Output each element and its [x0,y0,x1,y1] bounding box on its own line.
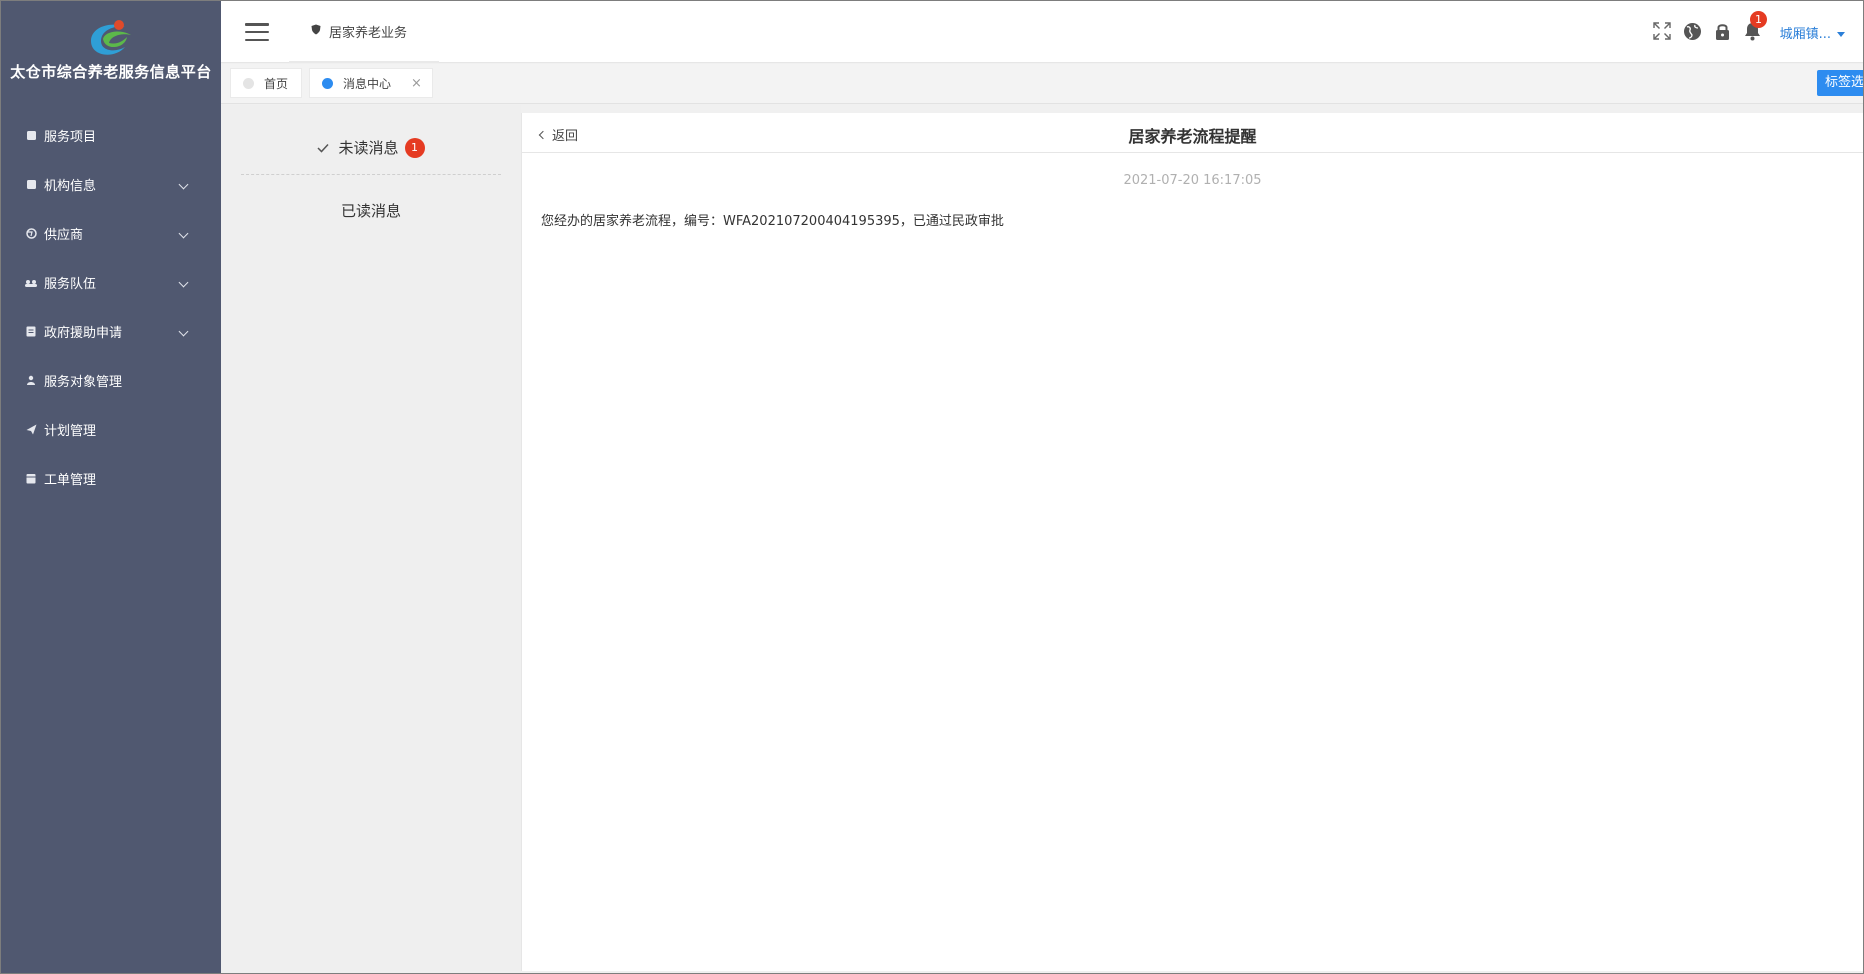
chevron-down-icon [178,179,189,189]
unread-messages-tab[interactable]: 未读消息 1 [241,121,501,175]
globe-icon [25,228,37,240]
sidebar-item-label: 服务对象管理 [44,375,123,390]
sidebar-item-label: 计划管理 [44,424,97,439]
shield-icon [311,24,321,39]
header-actions: 1 [1643,11,1767,42]
message-filter-panel: 未读消息 1 已读消息 [221,105,521,973]
read-messages-label: 已读消息 [340,201,401,220]
sidebar-item-service-objects[interactable]: 服务对象管理 [1,356,221,405]
calendar-icon [25,473,37,485]
sidebar-menu: 服务项目 机构信息 供应商 服务队伍 政府援助申请 服务对象管理 计划管理 工单… [1,111,221,503]
logo-icon [91,20,131,55]
message-detail-panel: 返回 居家养老流程提醒 2021-07-20 16:17:05 您经办的居家养老… [521,113,1863,971]
fullscreen-icon[interactable] [1651,20,1673,42]
sidebar-item-service-team[interactable]: 服务队伍 [1,258,221,307]
group-icon [25,277,37,289]
lock-icon[interactable] [1711,20,1733,42]
sidebar-item-suppliers[interactable]: 供应商 [1,209,221,258]
sidebar-item-work-orders[interactable]: 工单管理 [1,454,221,503]
sidebar: 太仓市综合养老服务信息平台 服务项目 机构信息 供应商 服务队伍 政府援助申请 … [1,1,221,973]
app-window: 太仓市综合养老服务信息平台 服务项目 机构信息 供应商 服务队伍 政府援助申请 … [0,0,1864,974]
tab-status-dot [243,77,254,89]
sidebar-item-label: 服务项目 [44,130,97,145]
tab-message-center[interactable]: 消息中心 × [309,68,433,98]
sidebar-item-label: 政府援助申请 [44,326,123,341]
unread-messages-label: 未读消息 [338,139,399,157]
close-icon[interactable]: × [411,76,422,91]
tab-options-button[interactable]: 标签选项 [1817,70,1863,96]
user-menu[interactable]: 城厢镇... [1780,23,1845,42]
app-title: 太仓市综合养老服务信息平台 [10,63,212,81]
person-icon [25,375,37,387]
message-detail-header: 返回 居家养老流程提醒 [522,113,1863,153]
tab-home[interactable]: 首页 [230,68,302,98]
top-header: 居家养老业务 1 城厢镇... [221,1,1863,63]
sidebar-item-service-items[interactable]: 服务项目 [1,111,221,160]
sidebar-item-label: 机构信息 [44,179,97,194]
top-nav-home-care[interactable]: 居家养老业务 [289,1,439,63]
message-title: 居家养老流程提醒 [1128,127,1257,146]
caret-down-icon [1837,32,1845,37]
sidebar-item-label: 供应商 [44,228,84,243]
bell-icon[interactable]: 1 [1741,11,1767,42]
send-icon [25,424,37,436]
sidebar-item-gov-aid[interactable]: 政府援助申请 [1,307,221,356]
book-icon [25,130,37,142]
tab-label: 首页 [264,76,289,91]
sidebar-item-plan-management[interactable]: 计划管理 [1,405,221,454]
document-icon [25,326,37,338]
unread-count-badge: 1 [404,137,425,158]
message-body: 您经办的居家养老流程，编号：WFA202107200404195395，已通过民… [541,214,1004,229]
chevron-down-icon [178,228,189,238]
message-timestamp: 2021-07-20 16:17:05 [1123,173,1262,188]
menu-toggle-icon[interactable] [245,23,269,41]
chevron-down-icon [178,277,189,287]
read-messages-tab[interactable]: 已读消息 [241,183,501,237]
sidebar-item-institution-info[interactable]: 机构信息 [1,160,221,209]
sidebar-item-label: 工单管理 [44,473,97,488]
sidebar-item-label: 服务队伍 [44,277,97,292]
book-icon [25,179,37,191]
user-name-label: 城厢镇... [1779,27,1831,42]
tab-label: 消息中心 [343,76,392,91]
tab-bar: 首页 消息中心 × 标签选项 [221,64,1863,104]
tab-status-dot [322,77,333,89]
check-icon [317,139,330,157]
logo-area: 太仓市综合养老服务信息平台 [1,1,221,111]
chevron-down-icon [178,326,189,336]
top-nav-label: 居家养老业务 [329,25,408,41]
notification-badge: 1 [1750,11,1767,28]
globe-icon[interactable] [1681,20,1703,42]
